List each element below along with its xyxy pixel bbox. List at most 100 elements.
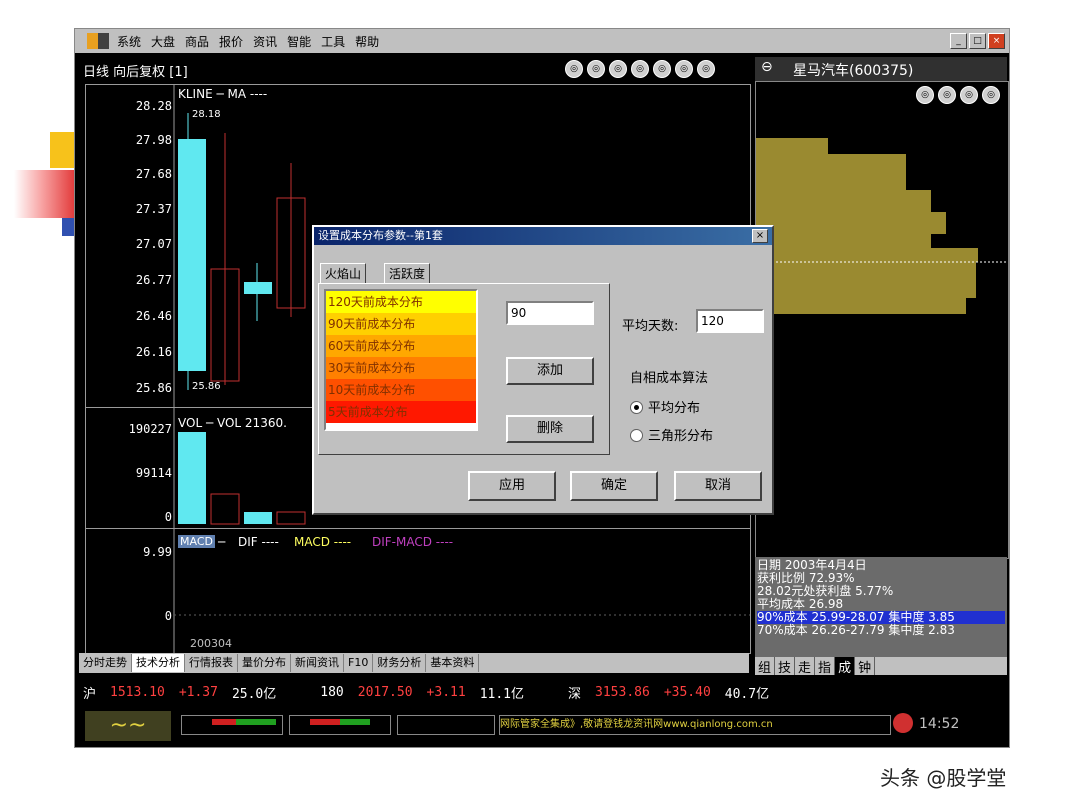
avg-days-input[interactable]: 120 — [696, 309, 764, 333]
list-item[interactable]: 10天前成本分布 — [326, 379, 476, 401]
ok-button[interactable]: 确定 — [570, 471, 658, 501]
stock-icon: ⊖ — [761, 59, 773, 75]
list-item[interactable]: 5天前成本分布 — [326, 401, 476, 423]
toolbar-circle-icon[interactable]: ◎ — [653, 60, 671, 78]
volume-bar-bull — [244, 512, 272, 524]
ticker-sz-change: +35.40 — [663, 684, 711, 700]
chart-title: 日线 向后复权 [1] — [83, 65, 188, 80]
tab-activity[interactable]: 活跃度 — [384, 263, 431, 284]
algorithm-group-label: 自相成本算法 — [630, 371, 709, 386]
app-logo-icon — [87, 33, 109, 49]
volume-series-label: VOL ─ VOL 21360. — [178, 416, 287, 430]
avg-days-label: 平均天数: — [622, 319, 679, 334]
rtab-indicator[interactable]: 指 — [815, 657, 836, 676]
list-item[interactable]: 30天前成本分布 — [326, 357, 476, 379]
price-axis-tick: 26.46 — [135, 309, 172, 323]
delete-button[interactable]: 删除 — [506, 415, 594, 443]
ticker-sh-label: 沪 — [83, 686, 97, 702]
tab-intraday[interactable]: 分时走势 — [79, 654, 132, 672]
list-item[interactable]: 120天前成本分布 — [326, 291, 476, 313]
list-item[interactable]: 60天前成本分布 — [326, 335, 476, 357]
ticker-sz-amount: 40.7亿 — [724, 686, 770, 702]
alarm-icon[interactable] — [893, 713, 913, 733]
menu-help[interactable]: 帮助 — [355, 33, 379, 50]
toolbar-circle-icon[interactable]: ◎ — [697, 60, 715, 78]
index-ticker: 沪 1513.10 +1.37 25.0亿 180 2017.50 +3.11 … — [75, 679, 1009, 705]
toolbar-circle-icon[interactable]: ◎ — [587, 60, 605, 78]
macd-axis-tick: 9.99 — [143, 545, 172, 559]
minimize-icon[interactable]: _ — [950, 33, 967, 49]
tab-financial[interactable]: 财务分析 — [373, 654, 427, 672]
list-item[interactable]: 90天前成本分布 — [326, 313, 476, 335]
menu-news[interactable]: 资讯 — [253, 33, 277, 50]
scrolling-message: 网际管家全集成》,敬请登钱龙资讯网www.qianlong.com.cn — [499, 715, 891, 735]
chart-toolbar: ◎ ◎ ◎ ◎ ◎ ◎ ◎ — [565, 60, 715, 78]
radio-average[interactable] — [630, 401, 643, 414]
menu-commodity[interactable]: 商品 — [185, 33, 209, 50]
slide-decoration-red — [14, 170, 78, 218]
add-button[interactable]: 添加 — [506, 357, 594, 385]
tab-news[interactable]: 新闻资讯 — [291, 654, 344, 672]
price-axis-tick: 26.77 — [135, 273, 172, 287]
volume-axis-tick: 0 — [164, 510, 172, 524]
cost-period-list[interactable]: 120天前成本分布 90天前成本分布 60天前成本分布 30天前成本分布 10天… — [324, 289, 478, 431]
view-tab-bar: 分时走势 技术分析 行情报表 量价分布 新闻资讯 F10 财务分析 基本资料 — [79, 653, 749, 673]
ticker-180-change: +3.11 — [426, 684, 466, 700]
toolbar-circle-icon[interactable]: ◎ — [609, 60, 627, 78]
menu-tools[interactable]: 工具 — [321, 33, 345, 50]
tab-technical[interactable]: 技术分析 — [132, 654, 185, 672]
rtab-tech[interactable]: 技 — [775, 657, 796, 676]
rtab-cost[interactable]: 成 — [835, 657, 856, 676]
close-icon[interactable]: × — [988, 33, 1005, 49]
market-bar-sz — [289, 715, 391, 735]
cost-distribution-dialog: 设置成本分布参数--第1套 × 火焰山 活跃度 120天前成本分布 90天前成本… — [312, 225, 774, 515]
chart-header: 日线 向后复权 [1] ◎ ◎ ◎ ◎ ◎ ◎ ◎ — [77, 57, 747, 81]
toolbar-circle-icon[interactable]: ◎ — [565, 60, 583, 78]
tab-volume-price[interactable]: 量价分布 — [238, 654, 291, 672]
info-70-cost: 70%成本 26.26-27.79 集中度 2.83 — [757, 623, 955, 637]
menu-system[interactable]: 系统 — [117, 33, 141, 50]
volume-bar-bull — [178, 432, 206, 524]
qianlong-logo: ~~ — [85, 711, 171, 741]
dialog-title: 设置成本分布参数--第1套 — [318, 229, 443, 242]
market-bar-sh — [181, 715, 283, 735]
menu-quotes[interactable]: 报价 — [219, 33, 243, 50]
rtab-clock[interactable]: 钟 — [855, 657, 876, 676]
chip-info-panel: 日期 2003年4月4日 获利比例 72.93% 28.02元处获利盘 5.77… — [755, 557, 1007, 657]
clock: 14:52 — [919, 716, 960, 732]
radio-triangle[interactable] — [630, 429, 643, 442]
date-axis-label: 200304 — [190, 637, 232, 650]
menu-market[interactable]: 大盘 — [151, 33, 175, 50]
stock-title: 星马汽车(600375) — [793, 63, 914, 79]
days-input[interactable]: 90 — [506, 301, 594, 325]
tab-flame-mountain[interactable]: 火焰山 — [320, 263, 367, 284]
macd-series-dif-macd: DIF-MACD ---- — [372, 535, 454, 549]
rtab-trend[interactable]: 走 — [795, 657, 816, 676]
tab-f10[interactable]: F10 — [344, 654, 374, 672]
ticker-sz-label: 深 — [568, 686, 582, 702]
volume-axis-tick: 99114 — [135, 466, 172, 480]
ticker-180-index: 2017.50 — [357, 684, 413, 700]
rtab-group[interactable]: 组 — [755, 657, 776, 676]
status-bar: ~~ 网际管家全集成》,敬请登钱龙资讯网www.qianlong.com.cn … — [75, 705, 1009, 747]
price-axis-tick: 27.68 — [135, 167, 172, 181]
watermark: 头条 @股学堂 — [880, 766, 1007, 790]
macd-chart-panel: MACD ─ DIF ---- MACD ---- DIF-MACD ---- … — [85, 528, 751, 654]
market-bar-extra — [397, 715, 495, 735]
cancel-button[interactable]: 取消 — [674, 471, 762, 501]
chip-distribution-chart — [756, 138, 1008, 314]
restore-icon[interactable]: □ — [969, 33, 986, 49]
macd-label-box[interactable]: MACD — [178, 535, 215, 548]
dialog-close-icon[interactable]: × — [752, 229, 768, 243]
menu-smart[interactable]: 智能 — [287, 33, 311, 50]
macd-series-macd: MACD ---- — [294, 535, 352, 549]
toolbar-circle-icon[interactable]: ◎ — [631, 60, 649, 78]
tab-quote-report[interactable]: 行情报表 — [185, 654, 238, 672]
price-axis-tick: 27.07 — [135, 237, 172, 251]
price-series-label: KLINE ─ MA ---- — [178, 87, 268, 101]
candle-bull — [178, 139, 206, 371]
apply-button[interactable]: 应用 — [468, 471, 556, 501]
ticker-180-label: 180 — [320, 684, 344, 700]
tab-basic-info[interactable]: 基本资料 — [426, 654, 480, 672]
toolbar-circle-icon[interactable]: ◎ — [675, 60, 693, 78]
